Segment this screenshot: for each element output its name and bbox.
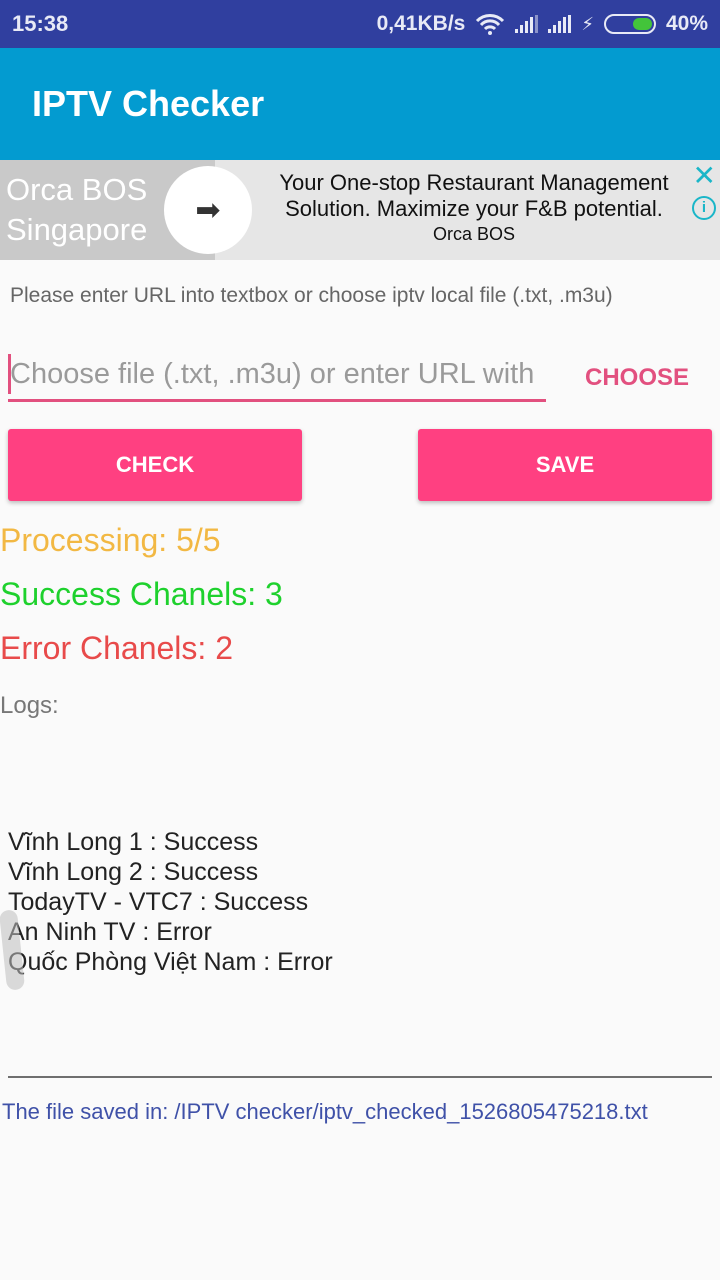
ad-brand-line1: Orca BOS (6, 172, 148, 207)
wifi-icon (476, 14, 505, 35)
ad-brand-line2: Singapore (6, 212, 148, 247)
ad-advertiser: Orca BOS (432, 224, 516, 244)
processing-status: Processing: 5/5 (0, 522, 221, 558)
divider (8, 1076, 712, 1078)
success-count: Success Chanels: 3 (0, 576, 283, 612)
text-cursor (8, 354, 11, 394)
check-button[interactable]: CHECK (8, 429, 302, 501)
error-count: Error Chanels: 2 (0, 630, 233, 666)
arrow-right-icon: ➡ (195, 193, 221, 227)
save-button[interactable]: SAVE (418, 429, 712, 501)
ad-banner[interactable]: Orca BOS Singapore ➡ Your One-stop Resta… (0, 160, 720, 260)
battery-icon (603, 14, 656, 34)
status-time: 15:38 (12, 11, 69, 36)
log-line: Vĩnh Long 2 : Success (8, 858, 259, 886)
network-speed: 0,41KB/s (376, 12, 466, 35)
instruction-text: Please enter URL into textbox or choose … (10, 284, 613, 307)
url-input[interactable] (8, 350, 546, 402)
signal-icon (548, 15, 572, 33)
app-title: IPTV Checker (32, 83, 265, 124)
close-icon[interactable]: ✕ (693, 162, 716, 190)
ad-brand: Orca BOS Singapore (6, 170, 147, 250)
logs-label: Logs: (0, 692, 59, 719)
status-bar: 15:38 0,41KB/s ⚡ 40% (0, 0, 720, 48)
app-bar: IPTV Checker (0, 48, 720, 160)
log-line: An Ninh TV : Error (8, 918, 212, 946)
battery-percent: 40% (665, 12, 708, 35)
ad-headline: Your One-stop Restaurant Management Solu… (279, 170, 669, 221)
saved-file-path: The file saved in: /IPTV checker/iptv_ch… (2, 1099, 648, 1124)
choose-button[interactable]: CHOOSE (570, 358, 704, 398)
ad-cta-button[interactable]: ➡ (164, 166, 252, 254)
log-line: Vĩnh Long 1 : Success (8, 828, 259, 856)
ad-text[interactable]: Your One-stop Restaurant Management Solu… (252, 170, 696, 245)
charging-icon: ⚡ (581, 13, 594, 34)
info-icon[interactable]: i (692, 196, 716, 220)
battery-level (632, 18, 652, 30)
log-line: Quốc Phòng Việt Nam : Error (8, 948, 333, 976)
log-list: Vĩnh Long 1 : Success Vĩnh Long 2 : Succ… (8, 827, 333, 977)
signal-icon (515, 15, 539, 33)
log-line: TodayTV - VTC7 : Success (8, 888, 309, 916)
status-icons: 0,41KB/s ⚡ 40% (377, 12, 708, 36)
